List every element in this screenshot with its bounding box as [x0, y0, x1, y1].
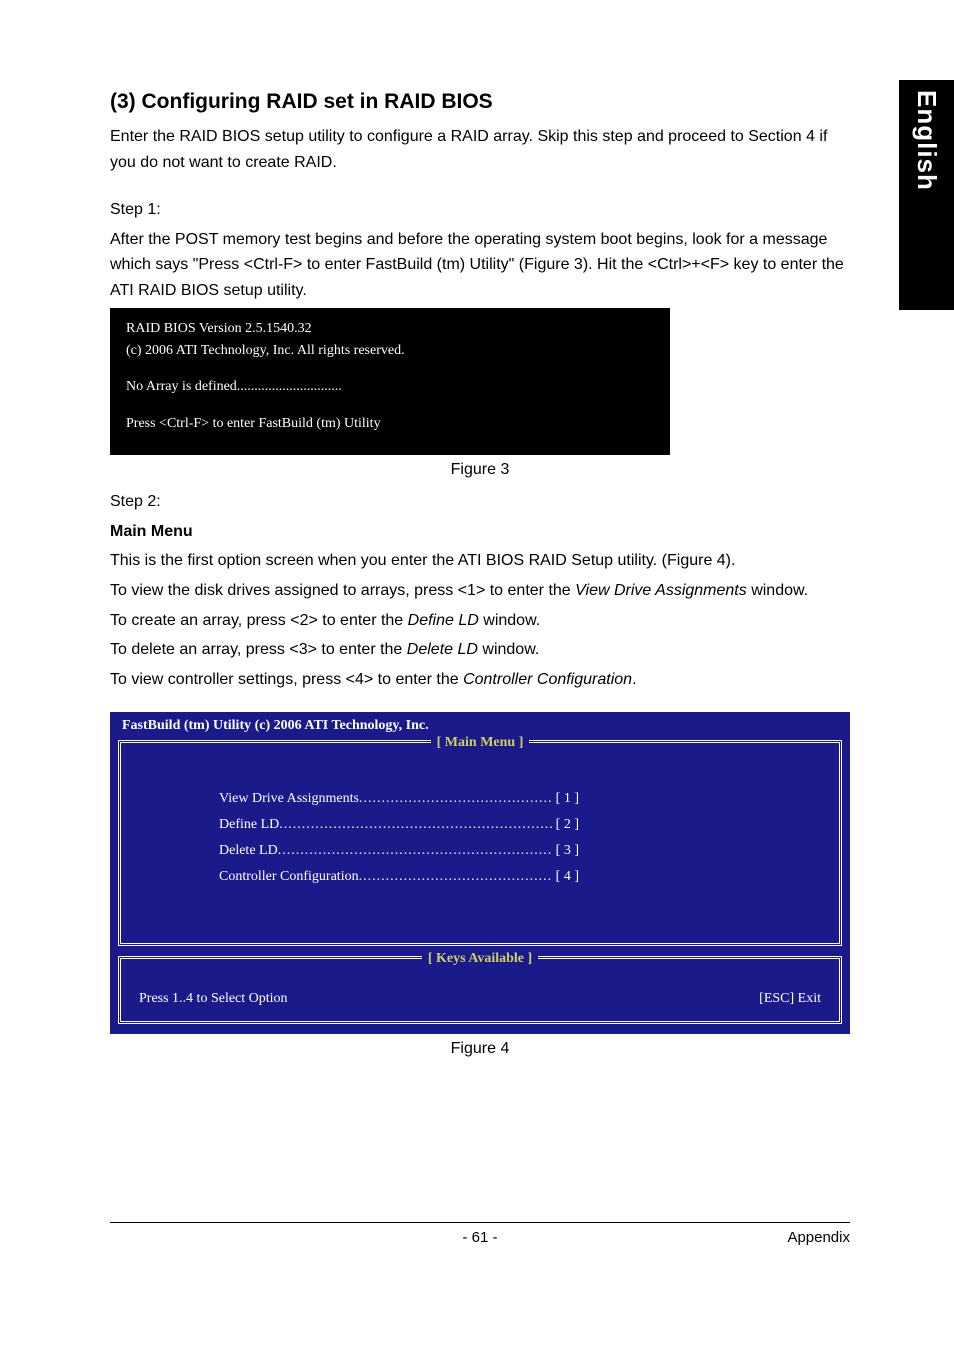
dots: [278, 843, 552, 859]
fastbuild-title: FastBuild (tm) Utility (c) 2006 ATI Tech…: [118, 718, 842, 734]
menu-key: [ 1 ]: [552, 791, 579, 807]
text-italic: Controller Configuration: [463, 671, 632, 688]
menu-label: Define LD: [219, 817, 279, 833]
step2-line1: This is the first option screen when you…: [110, 548, 850, 574]
main-menu-label: [ Main Menu ]: [431, 735, 530, 751]
step2-subheading: Main Menu: [110, 519, 850, 545]
keys-available-label: [ Keys Available ]: [422, 951, 538, 967]
dots: [279, 817, 551, 833]
intro-paragraph: Enter the RAID BIOS setup utility to con…: [110, 124, 850, 175]
step2-heading: Step 2:: [110, 489, 850, 515]
page-content: (3) Configuring RAID set in RAID BIOS En…: [110, 90, 850, 1068]
step2-line5: To view controller settings, press <4> t…: [110, 667, 850, 693]
menu-key: [ 3 ]: [552, 843, 579, 859]
dots: [359, 869, 552, 885]
text: window.: [747, 582, 808, 599]
menu-item[interactable]: Controller Configuration [ 4 ]: [219, 869, 579, 885]
section-title: (3) Configuring RAID set in RAID BIOS: [110, 90, 850, 114]
text: window.: [479, 612, 540, 629]
text: To delete an array, press <3> to enter t…: [110, 641, 407, 658]
figure4-caption: Figure 4: [110, 1040, 850, 1058]
menu-key: [ 2 ]: [552, 817, 579, 833]
menu-label: Delete LD: [219, 843, 278, 859]
step2-line2: To view the disk drives assigned to arra…: [110, 578, 850, 604]
step1-heading: Step 1:: [110, 197, 850, 223]
language-label: English: [911, 90, 942, 191]
bios-line: (c) 2006 ATI Technology, Inc. All rights…: [126, 340, 654, 362]
dots: [359, 791, 552, 807]
text-italic: View Drive Assignments: [575, 582, 747, 599]
step2-line4: To delete an array, press <3> to enter t…: [110, 637, 850, 663]
page-number: - 61 -: [462, 1229, 497, 1246]
figure3-caption: Figure 3: [110, 461, 850, 479]
main-menu-frame: [ Main Menu ] View Drive Assignments [ 1…: [118, 740, 842, 946]
text: window.: [478, 641, 539, 658]
menu-item[interactable]: Define LD [ 2 ]: [219, 817, 579, 833]
menu-label: Controller Configuration: [219, 869, 359, 885]
bios-line: Press <Ctrl-F> to enter FastBuild (tm) U…: [126, 413, 654, 435]
step1-body: After the POST memory test begins and be…: [110, 227, 850, 304]
page-footer: - 61 - Appendix: [110, 1222, 850, 1246]
bios-line: No Array is defined.....................…: [126, 376, 654, 398]
keys-escape[interactable]: [ESC] Exit: [759, 991, 821, 1007]
footer-section: Appendix: [787, 1229, 850, 1246]
text-italic: Delete LD: [407, 641, 478, 658]
menu-area: View Drive Assignments [ 1 ] Define LD […: [129, 761, 831, 935]
menu-item[interactable]: Delete LD [ 3 ]: [219, 843, 579, 859]
text: .: [632, 671, 636, 688]
keys-available-frame: [ Keys Available ] Press 1..4 to Select …: [118, 956, 842, 1024]
step2-line3: To create an array, press <2> to enter t…: [110, 608, 850, 634]
menu-item[interactable]: View Drive Assignments [ 1 ]: [219, 791, 579, 807]
keys-instruction: Press 1..4 to Select Option: [139, 991, 288, 1007]
text: To view controller settings, press <4> t…: [110, 671, 463, 688]
bios-line: RAID BIOS Version 2.5.1540.32: [126, 318, 654, 340]
menu-key: [ 4 ]: [552, 869, 579, 885]
text: To view the disk drives assigned to arra…: [110, 582, 575, 599]
text: To create an array, press <2> to enter t…: [110, 612, 408, 629]
figure3-bios-box: RAID BIOS Version 2.5.1540.32 (c) 2006 A…: [110, 308, 670, 456]
figure4-fastbuild: FastBuild (tm) Utility (c) 2006 ATI Tech…: [110, 712, 850, 1034]
menu-label: View Drive Assignments: [219, 791, 359, 807]
text-italic: Define LD: [408, 612, 479, 629]
language-tab: English: [899, 80, 954, 310]
